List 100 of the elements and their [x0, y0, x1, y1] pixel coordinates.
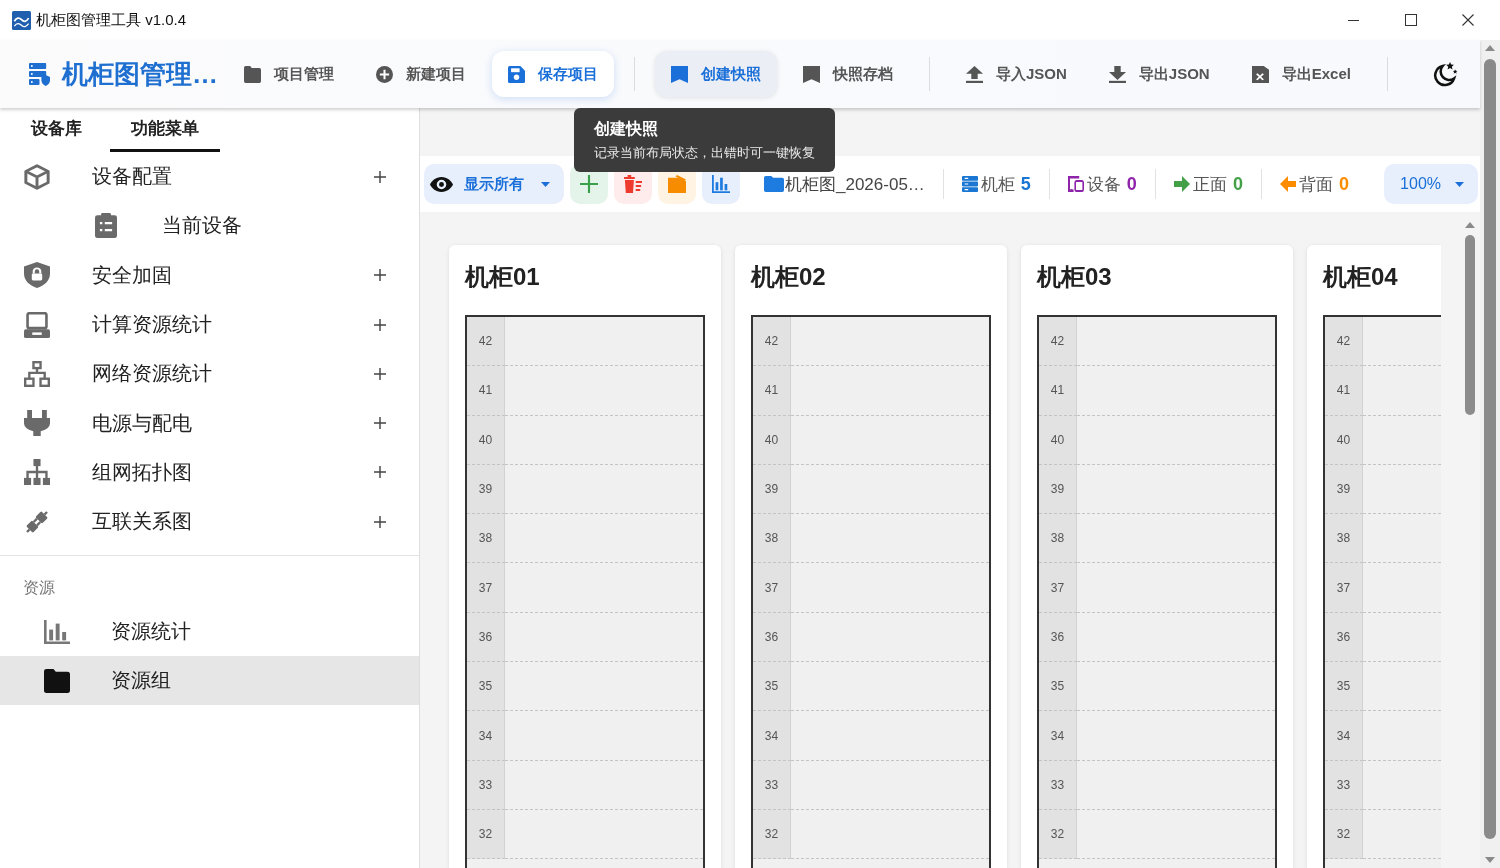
- hierarchy-icon: [24, 459, 50, 486]
- menu-item[interactable]: 计算资源统计: [0, 299, 419, 350]
- plus-icon: [374, 170, 386, 183]
- section-heading: 资源: [22, 578, 56, 599]
- scrollbar-thumb[interactable]: [1465, 235, 1475, 415]
- unit-number: 41: [753, 366, 791, 416]
- scrollbar-thumb[interactable]: [1484, 59, 1496, 839]
- stat-value: 0: [1338, 173, 1349, 195]
- unit-number: 38: [467, 514, 505, 564]
- rack-title: 机柜01: [465, 262, 541, 292]
- plus-icon: [374, 269, 386, 282]
- unit-number: 34: [1325, 711, 1363, 761]
- unit-number: 33: [467, 760, 505, 810]
- cube-icon: [24, 163, 50, 190]
- sidebar-tab[interactable]: 设备库: [10, 108, 103, 152]
- trash-icon: [624, 175, 642, 193]
- unit-number: 32: [1039, 809, 1077, 860]
- unit-number: 36: [753, 612, 791, 663]
- resource-item[interactable]: 资源组: [0, 656, 419, 706]
- header-button[interactable]: 导出JSON: [1092, 51, 1226, 97]
- folder-icon: [44, 668, 70, 693]
- stat-label: 背面: [1298, 173, 1333, 196]
- stat-value: 0: [1126, 173, 1137, 195]
- unit-number: 39: [1039, 464, 1077, 515]
- close-icon: [1461, 14, 1474, 26]
- server-shield-icon: [29, 62, 50, 86]
- server-stack-icon: [961, 176, 978, 192]
- arrow-left-icon: [1279, 176, 1296, 192]
- minimize-icon: [1348, 19, 1359, 21]
- folder-icon: [764, 176, 784, 192]
- unit-number: 37: [1039, 563, 1077, 613]
- unit-number: 37: [467, 563, 505, 613]
- unit-number: 32: [467, 809, 505, 860]
- unit-number: 38: [1039, 514, 1077, 564]
- arrow-right-icon: [1173, 176, 1190, 192]
- filter-dropdown[interactable]: 显示所有: [424, 164, 564, 204]
- unit-number: 41: [1325, 366, 1363, 416]
- plus-icon: [374, 466, 386, 479]
- caret-icon: [541, 181, 550, 187]
- unit-number: 40: [1325, 415, 1363, 465]
- menu-subitem[interactable]: 当前设备: [0, 201, 419, 251]
- unit-number: 40: [467, 415, 505, 465]
- unit-number: 42: [753, 317, 791, 367]
- unit-number: 35: [467, 662, 505, 712]
- plus-icon: [374, 318, 386, 331]
- rack-title: 机柜02: [751, 262, 827, 292]
- header-button[interactable]: 创建快照: [655, 51, 777, 97]
- app-logo-icon: [12, 10, 31, 30]
- unit-number: 38: [753, 514, 791, 564]
- menu-item[interactable]: 组网拓扑图: [0, 447, 419, 498]
- laptop-icon: [24, 311, 50, 338]
- unit-number: 37: [753, 563, 791, 613]
- folder-icon: [244, 65, 261, 83]
- stat-value: 5: [1020, 173, 1031, 195]
- menu-item[interactable]: 互联关系图: [0, 497, 419, 547]
- menu-item[interactable]: 设备配置: [0, 152, 419, 202]
- excel-file-icon: [1251, 65, 1269, 83]
- menu-item[interactable]: 电源与配电: [0, 398, 419, 448]
- unit-number: 36: [467, 612, 505, 663]
- unit-number: 33: [1325, 760, 1363, 810]
- unit-number: 39: [467, 464, 505, 515]
- sidebar-tab[interactable]: 功能菜单: [110, 108, 220, 152]
- unit-number: 35: [753, 662, 791, 712]
- header-button[interactable]: 项目管理: [228, 51, 350, 97]
- theme-toggle-button[interactable]: [1433, 61, 1458, 87]
- menu-item[interactable]: 网络资源统计: [0, 349, 419, 399]
- menu-item[interactable]: 安全加固: [0, 250, 419, 300]
- header-button[interactable]: 保存项目: [492, 51, 614, 97]
- resource-item[interactable]: 资源统计: [0, 607, 419, 657]
- plug-icon: [24, 410, 50, 437]
- stat-label: 设备: [1086, 173, 1121, 196]
- header-button[interactable]: 新建项目: [360, 51, 482, 97]
- unit-number: 41: [467, 366, 505, 416]
- stat-label: 机柜: [980, 173, 1015, 196]
- plug-connector-icon: [24, 508, 50, 535]
- zoom-dropdown[interactable]: 100%: [1384, 164, 1478, 204]
- moon-icon: [1433, 61, 1458, 87]
- upload-icon: [966, 65, 983, 83]
- rack-title: 机柜03: [1037, 262, 1113, 292]
- rack-title: 机柜04: [1323, 262, 1399, 292]
- header-button[interactable]: 快照存档: [787, 51, 909, 97]
- unit-number: 34: [1039, 711, 1077, 761]
- maximize-icon: [1404, 14, 1417, 26]
- scroll-down-icon: [1485, 857, 1495, 863]
- unit-number: 40: [753, 415, 791, 465]
- unit-number: 36: [1325, 612, 1363, 663]
- unit-number: 34: [467, 711, 505, 761]
- unit-number: 42: [467, 317, 505, 367]
- plus-icon: [374, 367, 386, 380]
- save-icon: [508, 65, 525, 83]
- header-button[interactable]: 导出Excel: [1235, 51, 1367, 97]
- header-button[interactable]: 导入JSON: [950, 51, 1083, 97]
- clipboard-list-icon: [95, 213, 117, 239]
- plus-icon: [374, 417, 386, 430]
- unit-number: 42: [1325, 317, 1363, 367]
- network-icon: [24, 360, 50, 387]
- unit-number: 39: [753, 464, 791, 515]
- scroll-up-icon: [1485, 45, 1495, 51]
- tooltip-text: 记录当前布局状态，出错时可一键恢复: [594, 144, 815, 162]
- unit-number: 35: [1325, 662, 1363, 712]
